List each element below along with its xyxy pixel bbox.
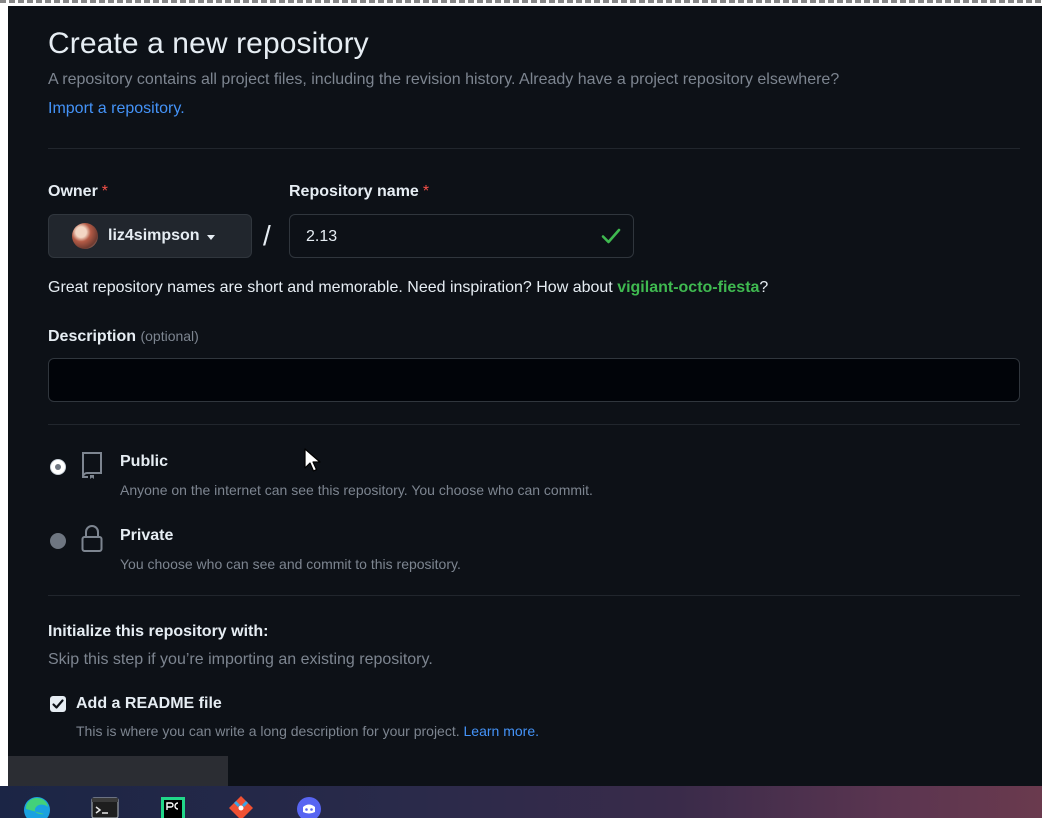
edge-icon[interactable] [22,792,52,818]
divider [48,595,1020,596]
init-subtitle: Skip this step if you’re importing an ex… [48,651,433,668]
create-repo-panel: Create a new repository A repository con… [8,6,1042,786]
intro-text: A repository contains all project files,… [48,71,840,88]
description-input[interactable] [49,359,1019,401]
git-icon[interactable] [226,792,256,818]
divider [48,148,1020,149]
readme-label[interactable]: Add a README file [76,695,222,713]
description-label: Description (optional) [48,328,199,345]
owner-dropdown[interactable]: liz4simpson [48,214,252,258]
terminal-icon[interactable] [90,792,120,818]
public-title: Public [120,453,169,470]
divider [48,424,1020,425]
checkmark-icon [52,699,64,709]
mouse-cursor-icon [304,448,321,472]
private-radio[interactable] [50,533,66,549]
public-radio[interactable] [50,459,66,475]
description-field[interactable] [48,358,1020,402]
check-icon [601,228,621,244]
owner-name: liz4simpson [108,227,200,244]
readme-checkbox[interactable] [50,696,66,712]
learn-more-link[interactable]: Learn more. [464,723,539,739]
repo-name-label: Repository name * [289,183,430,200]
public-description: Anyone on the internet can see this repo… [120,482,593,498]
import-repository-link[interactable]: Import a repository. [48,100,185,118]
chevron-down-icon [206,234,215,240]
owner-label: Owner * [48,183,109,200]
page-title: Create a new repository [48,27,369,60]
lock-icon [81,525,103,552]
avatar [72,223,98,249]
taskbar-preview-box [8,756,228,786]
discord-icon[interactable] [294,792,324,818]
repo-icon [82,452,102,479]
owner-repo-separator: / [263,220,271,251]
private-description: You choose who can see and commit to thi… [120,556,461,572]
repo-name-field[interactable] [289,214,634,259]
name-hint: Great repository names are short and mem… [48,279,769,296]
repo-name-input[interactable] [290,215,608,259]
suggested-name-link[interactable]: vigilant-octo-fiesta [617,279,759,296]
pycharm-icon[interactable] [158,792,188,818]
private-title: Private [120,527,174,544]
readme-description: This is where you can write a long descr… [76,723,539,739]
windows-taskbar [0,786,1042,818]
init-title: Initialize this repository with: [48,623,269,640]
